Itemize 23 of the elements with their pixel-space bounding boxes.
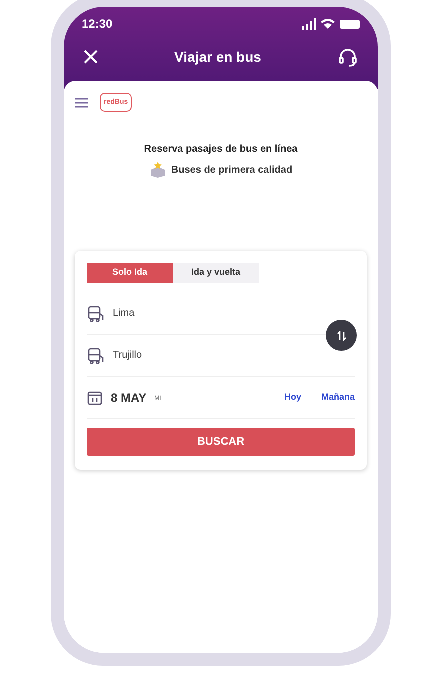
calendar-icon: [87, 390, 103, 406]
feature-text: Buses de primera calidad: [171, 164, 293, 178]
date-value[interactable]: 8 MAY: [111, 388, 147, 406]
menu-button[interactable]: [75, 98, 88, 108]
origin-field[interactable]: Lima: [113, 306, 135, 321]
header-title: Viajar en bus: [174, 48, 262, 67]
date-shortcut-link[interactable]: Hoy: [284, 390, 302, 404]
headline: Reserva pasajes de bus en línea: [144, 143, 298, 157]
bus-icon: [87, 304, 105, 322]
bus-icon: [87, 346, 105, 364]
menu-icon: [75, 98, 88, 108]
destination-field[interactable]: Trujillo: [113, 348, 142, 363]
date-shortcut-link[interactable]: Mañana: [321, 390, 355, 404]
close-icon: [84, 50, 98, 64]
headset-icon: [338, 47, 358, 67]
swap-icon: [336, 330, 346, 340]
box-star-icon: [149, 161, 168, 179]
swap-button[interactable]: [326, 320, 357, 351]
status-icons: [302, 18, 362, 30]
search-button[interactable]: BUSCAR: [87, 428, 355, 456]
trip-tab[interactable]: Ida y vuelta: [173, 263, 259, 283]
status-time: 12:30: [82, 16, 113, 33]
trip-tab[interactable]: Solo Ida: [87, 263, 173, 283]
